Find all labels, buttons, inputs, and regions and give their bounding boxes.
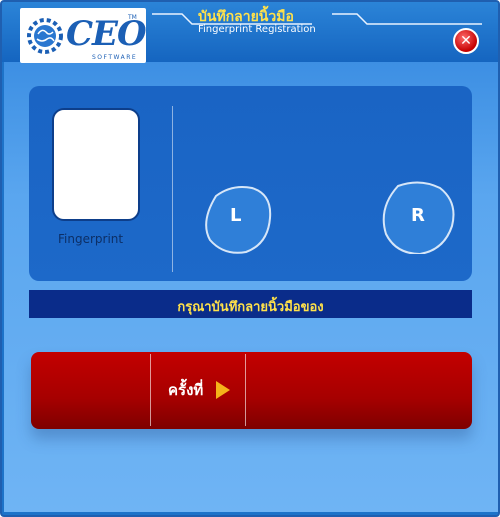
status-message: กรุณาบันทึกลายนิ้วมือของ <box>177 300 324 315</box>
action-divider-right <box>245 354 246 426</box>
ceo-logo: CEO TM SOFTWARE <box>20 8 147 63</box>
fingerprint-preview <box>52 108 140 221</box>
fingerprint-label: Fingerprint <box>58 232 124 246</box>
fingerprint-registration-window: CEO TM SOFTWARE บันทึกลายนิ้วมือ Fingerp… <box>0 0 500 517</box>
close-button[interactable]: ✕ <box>453 28 479 54</box>
logo-tagline: SOFTWARE <box>92 54 138 61</box>
window-subtitle: Fingerprint Registration <box>198 24 316 35</box>
play-arrow-icon <box>216 381 230 399</box>
action-divider-left <box>150 354 151 426</box>
round-label: ครั้งที่ <box>168 381 204 399</box>
left-hand-label: L <box>230 205 242 226</box>
gear-globe-icon <box>27 18 63 54</box>
panel-divider <box>172 106 173 272</box>
logo-trademark: TM <box>128 14 137 21</box>
action-bar[interactable] <box>31 352 472 429</box>
close-icon: ✕ <box>460 33 472 49</box>
status-bar: กรุณาบันทึกลายนิ้วมือของ <box>29 290 472 318</box>
right-hand-label: R <box>411 205 425 226</box>
